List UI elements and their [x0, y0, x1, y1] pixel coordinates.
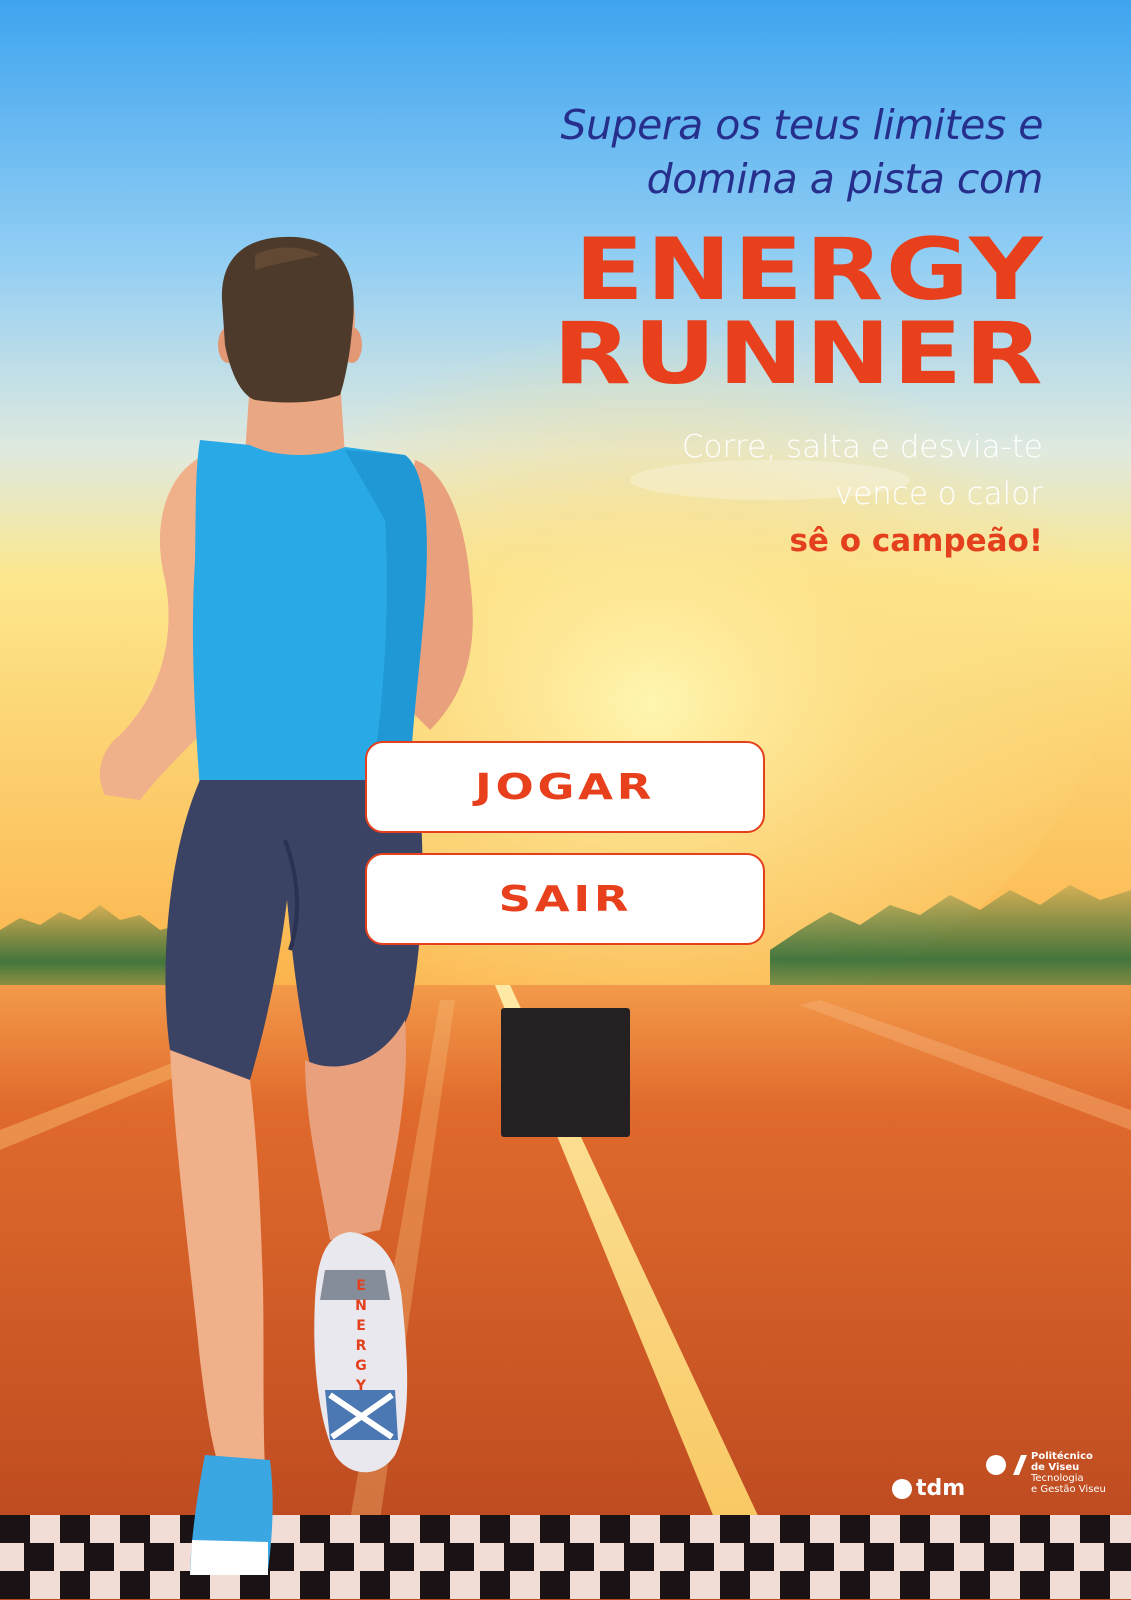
subtitle-line-3: sê o campeão! [789, 523, 1043, 559]
svg-text:E: E [356, 1318, 366, 1334]
tdm-logo: tdm [892, 1476, 965, 1501]
ipv-line-1: Politécnico [1031, 1451, 1093, 1462]
title-line-1: ENERGY [574, 220, 1045, 320]
svg-text:N: N [355, 1298, 367, 1314]
ipv-line-4: e Gestão Viseu [1031, 1484, 1106, 1495]
subtitle-line-1: Corre, salta e desvia-te [681, 429, 1043, 465]
politecnico-logo-icon [986, 1455, 1027, 1475]
svg-text:G: G [355, 1358, 367, 1374]
svg-text:Y: Y [355, 1378, 367, 1394]
tdm-logo-text: tdm [916, 1476, 966, 1501]
svg-text:R: R [356, 1338, 367, 1354]
subtitle: Corre, salta e desvia-te vence o calor s… [682, 424, 1043, 565]
tagline: Supera os teus limites e domina a pista … [560, 98, 1044, 206]
play-button-label: JOGAR [474, 766, 656, 808]
svg-text:E: E [356, 1278, 366, 1294]
title-line-2: RUNNER [552, 304, 1045, 404]
subtitle-line-2: vence o calor [834, 476, 1043, 512]
exit-button[interactable]: SAIR [365, 853, 765, 945]
ipv-line-3: Tecnologia [1031, 1473, 1084, 1484]
game-title: ENERGY RUNNER [552, 220, 1045, 404]
play-button[interactable]: JOGAR [365, 741, 765, 833]
exit-button-label: SAIR [498, 878, 632, 920]
obstacle-block [501, 1008, 630, 1137]
tdm-logo-icon [892, 1478, 912, 1499]
tagline-line-2: domina a pista com [646, 155, 1044, 203]
tagline-line-1: Supera os teus limites e [560, 101, 1044, 149]
ipv-line-2: de Viseu [1031, 1462, 1080, 1473]
